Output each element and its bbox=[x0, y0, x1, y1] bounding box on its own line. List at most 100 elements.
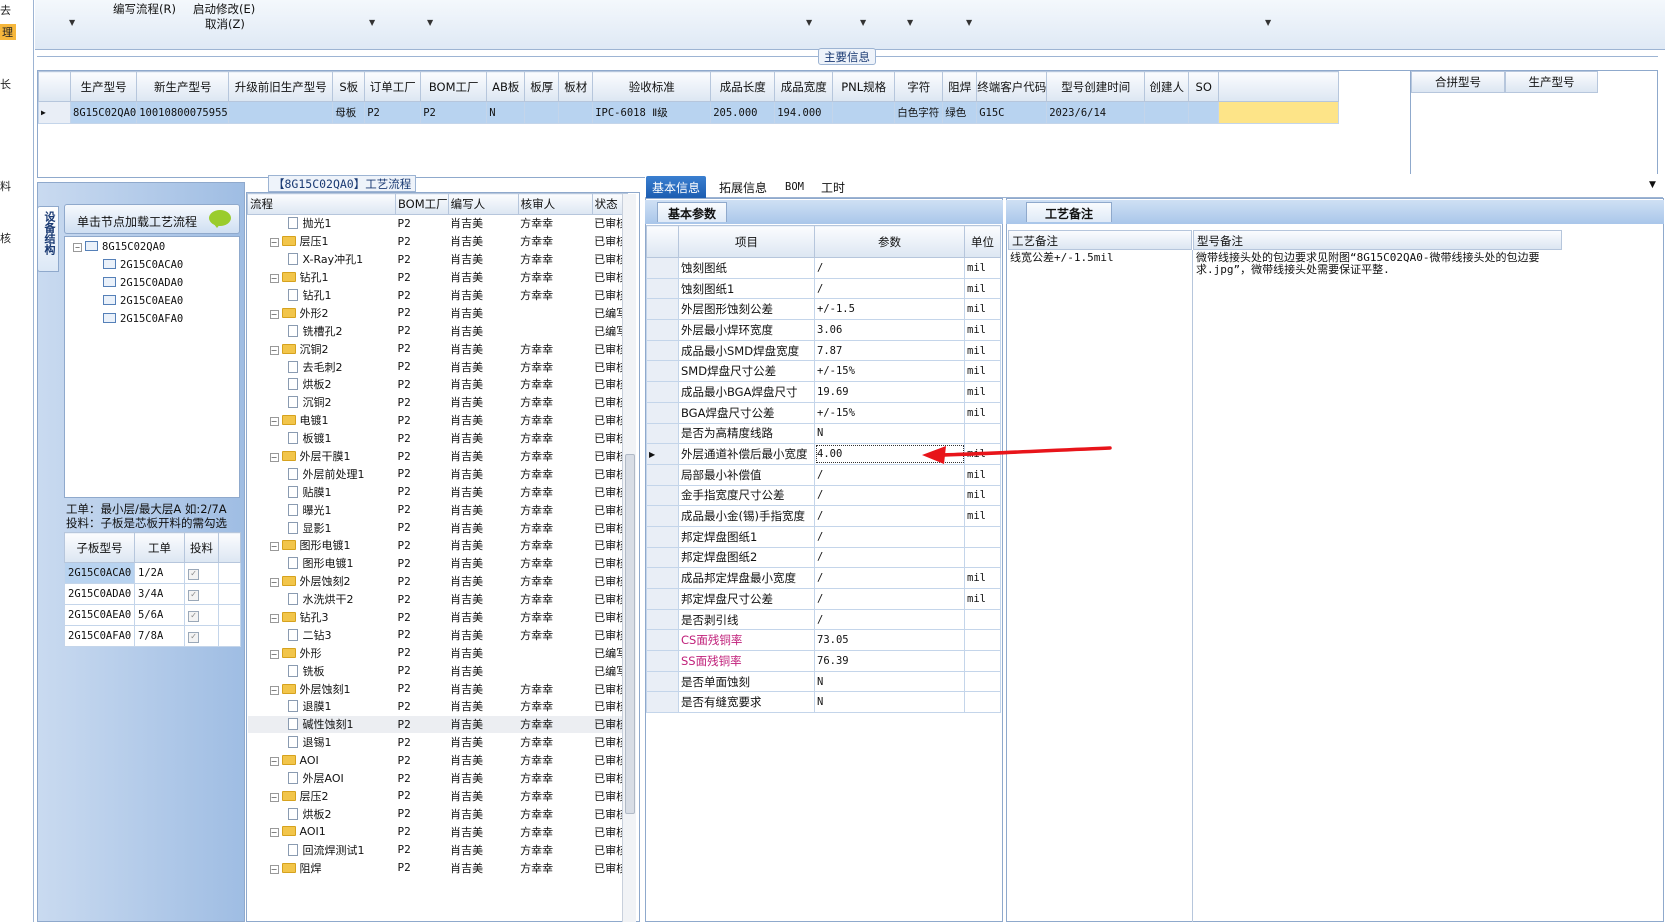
flow-row[interactable]: − AOI P2 肖吉美 方幸幸 已审核 bbox=[247, 751, 628, 770]
flow-name-cell[interactable]: 板镀1 bbox=[247, 429, 396, 448]
main-cell[interactable]: IPC-6018 Ⅱ级 bbox=[592, 101, 712, 124]
bom-factory-cell[interactable]: P2 bbox=[395, 500, 449, 520]
row-indicator[interactable] bbox=[646, 319, 679, 341]
flow-row[interactable]: − 外层干膜1 P2 肖吉美 方幸幸 已审核 bbox=[247, 447, 628, 466]
reviewer-cell[interactable]: 方幸幸 bbox=[518, 715, 593, 734]
flow-row[interactable]: − 层压2 P2 肖吉美 方幸幸 已审核 bbox=[247, 787, 628, 806]
write-flow-button[interactable]: 编写流程(R) bbox=[113, 1, 176, 17]
flow-row[interactable]: 图形电镀1 P2 肖吉美 方幸幸 已审核 bbox=[247, 554, 628, 573]
row-indicator[interactable] bbox=[646, 298, 679, 321]
param-row[interactable]: 成品最小SMD焊盘宽度 7.87 mil bbox=[646, 339, 1001, 362]
flow-row[interactable]: 碱性蚀刻1 P2 肖吉美 方幸幸 已审核 bbox=[247, 715, 628, 734]
bom-factory-cell[interactable]: P2 bbox=[395, 357, 449, 377]
flow-name-cell[interactable]: 二钻3 bbox=[247, 625, 396, 645]
reviewer-cell[interactable]: 方幸幸 bbox=[518, 697, 593, 716]
flow-name-cell[interactable]: − 图形电镀1 bbox=[247, 536, 396, 555]
writer-cell[interactable]: 肖吉美 bbox=[448, 858, 519, 877]
left-nav-item[interactable]: 长 bbox=[0, 76, 11, 92]
flow-name-cell[interactable]: − 外层蚀刻2 bbox=[247, 572, 396, 591]
bom-factory-cell[interactable]: P2 bbox=[395, 411, 449, 430]
param-unit-cell[interactable] bbox=[964, 691, 1001, 714]
flow-row[interactable]: − 钻孔1 P2 肖吉美 方幸幸 已审核 bbox=[247, 268, 628, 287]
writer-cell[interactable]: 肖吉美 bbox=[448, 643, 519, 663]
writer-cell[interactable]: 肖吉美 bbox=[448, 357, 519, 377]
writer-cell[interactable]: 肖吉美 bbox=[448, 393, 519, 412]
param-unit-cell[interactable] bbox=[964, 525, 1001, 548]
flow-row[interactable]: − 外形2 P2 肖吉美 已编写 bbox=[247, 303, 628, 323]
dropdown-arrow-icon[interactable]: ▼ bbox=[860, 18, 866, 27]
param-row[interactable]: 局部最小补偿值 / mil bbox=[646, 463, 1001, 486]
flow-row[interactable]: − 沉铜2 P2 肖吉美 方幸幸 已审核 bbox=[247, 339, 628, 359]
main-cell[interactable] bbox=[832, 101, 896, 124]
flow-row[interactable]: 烘板2 P2 肖吉美 方幸幸 已审核 bbox=[247, 375, 628, 394]
reviewer-cell[interactable]: 方幸幸 bbox=[518, 429, 593, 448]
reviewer-cell[interactable]: 方幸幸 bbox=[518, 822, 593, 842]
bom-factory-cell[interactable]: P2 bbox=[395, 608, 449, 627]
flow-row[interactable]: 显影1 P2 肖吉美 方幸幸 已审核 bbox=[247, 518, 628, 538]
reviewer-cell[interactable]: 方幸幸 bbox=[518, 554, 593, 573]
work-order-cell[interactable]: 1/2A bbox=[134, 562, 185, 584]
main-cell[interactable]: P2 bbox=[420, 101, 488, 124]
tree-node-root[interactable]: − 8G15C02QA0 bbox=[73, 241, 165, 253]
bom-factory-cell[interactable]: P2 bbox=[395, 679, 449, 699]
dropdown-arrow-icon[interactable]: ▼ bbox=[427, 18, 433, 27]
main-cell[interactable] bbox=[1188, 101, 1220, 124]
param-item-cell[interactable]: 是否有缝宽要求 bbox=[678, 691, 815, 714]
param-row[interactable]: 成品最小金(锡)手指宽度 / mil bbox=[646, 505, 1001, 527]
tree-node[interactable]: 2G15C0AFA0 bbox=[103, 313, 183, 325]
flow-name-cell[interactable]: 图形电镀1 bbox=[247, 554, 396, 573]
collapse-toggle-icon[interactable]: − bbox=[269, 578, 279, 588]
tree-node[interactable]: 2G15C0AEA0 bbox=[103, 295, 183, 307]
writer-cell[interactable]: 肖吉美 bbox=[448, 250, 519, 269]
main-col-header[interactable]: SO bbox=[1188, 71, 1220, 102]
flow-name-cell[interactable]: − AOI bbox=[247, 751, 396, 770]
reviewer-cell[interactable]: 方幸幸 bbox=[518, 500, 593, 520]
bom-factory-cell[interactable]: P2 bbox=[395, 303, 449, 323]
bom-factory-cell[interactable]: P2 bbox=[395, 822, 449, 842]
bom-factory-cell[interactable]: P2 bbox=[395, 697, 449, 716]
cancel-button[interactable]: 取消(Z) bbox=[205, 16, 245, 32]
flow-row[interactable]: 回流焊测试1 P2 肖吉美 方幸幸 已审核 bbox=[247, 840, 628, 860]
flow-name-cell[interactable]: − 沉铜2 bbox=[247, 339, 396, 359]
item-header[interactable]: 项目 bbox=[678, 225, 815, 258]
row-indicator[interactable]: ▶ bbox=[646, 443, 679, 465]
writer-cell[interactable]: 肖吉美 bbox=[448, 429, 519, 448]
reviewer-cell[interactable] bbox=[518, 661, 593, 681]
main-cell[interactable]: 8G15C02QA0 bbox=[69, 101, 138, 124]
flow-name-cell[interactable]: 烘板2 bbox=[247, 375, 396, 394]
param-item-cell[interactable]: 成品最小BGA焊盘尺寸 bbox=[678, 381, 815, 403]
dropdown-arrow-icon[interactable]: ▼ bbox=[369, 18, 375, 27]
main-cell[interactable]: 母板 bbox=[332, 101, 366, 124]
param-unit-cell[interactable] bbox=[964, 670, 1001, 693]
writer-cell[interactable]: 肖吉美 bbox=[448, 321, 519, 341]
main-col-header[interactable]: PNL规格 bbox=[832, 71, 896, 102]
reviewer-cell[interactable]: 方幸幸 bbox=[518, 536, 593, 555]
param-item-cell[interactable]: SMD焊盘尺寸公差 bbox=[678, 360, 815, 383]
flow-row[interactable]: 烘板2 P2 肖吉美 方幸幸 已审核 bbox=[247, 804, 628, 824]
flow-name-cell[interactable]: 贴膜1 bbox=[247, 482, 396, 502]
tab-work-hours[interactable]: 工时 bbox=[815, 176, 851, 198]
writer-cell[interactable]: 肖吉美 bbox=[448, 500, 519, 520]
param-unit-cell[interactable]: mil bbox=[964, 277, 1001, 300]
param-value-cell[interactable]: / bbox=[814, 588, 965, 610]
flow-name-cell[interactable]: 外层AOI bbox=[247, 769, 396, 788]
param-item-cell[interactable]: 成品最小金(锡)手指宽度 bbox=[678, 505, 815, 527]
dropdown-arrow-icon[interactable]: ▼ bbox=[806, 18, 812, 27]
writer-cell[interactable]: 肖吉美 bbox=[448, 375, 519, 394]
main-cell[interactable]: P2 bbox=[364, 101, 422, 124]
dropdown-arrow-icon[interactable]: ▼ bbox=[907, 18, 913, 27]
param-value-cell[interactable]: 7.87 bbox=[814, 339, 965, 362]
left-nav-item-selected[interactable]: 理 bbox=[0, 24, 16, 40]
main-col-header[interactable]: 订单工厂 bbox=[364, 71, 422, 102]
param-item-cell[interactable]: 成品邦定焊盘最小宽度 bbox=[678, 567, 815, 589]
main-col-header[interactable]: 新生产型号 bbox=[136, 71, 230, 102]
flow-row[interactable]: X-Ray冲孔1 P2 肖吉美 方幸幸 已审核 bbox=[247, 250, 628, 269]
main-cell[interactable]: 194.000 bbox=[774, 101, 834, 124]
param-item-cell[interactable]: 金手指宽度尺寸公差 bbox=[678, 484, 815, 507]
bom-factory-cell[interactable]: P2 bbox=[395, 482, 449, 502]
reviewer-cell[interactable]: 方幸幸 bbox=[518, 769, 593, 788]
param-row[interactable]: 蚀刻图纸1/mil bbox=[646, 277, 1001, 300]
dropdown-arrow-icon[interactable]: ▼ bbox=[1265, 18, 1271, 27]
reviewer-cell[interactable]: 方幸幸 bbox=[518, 286, 593, 305]
param-row[interactable]: 外层图形蚀刻公差 +/-1.5 mil bbox=[646, 298, 1001, 321]
